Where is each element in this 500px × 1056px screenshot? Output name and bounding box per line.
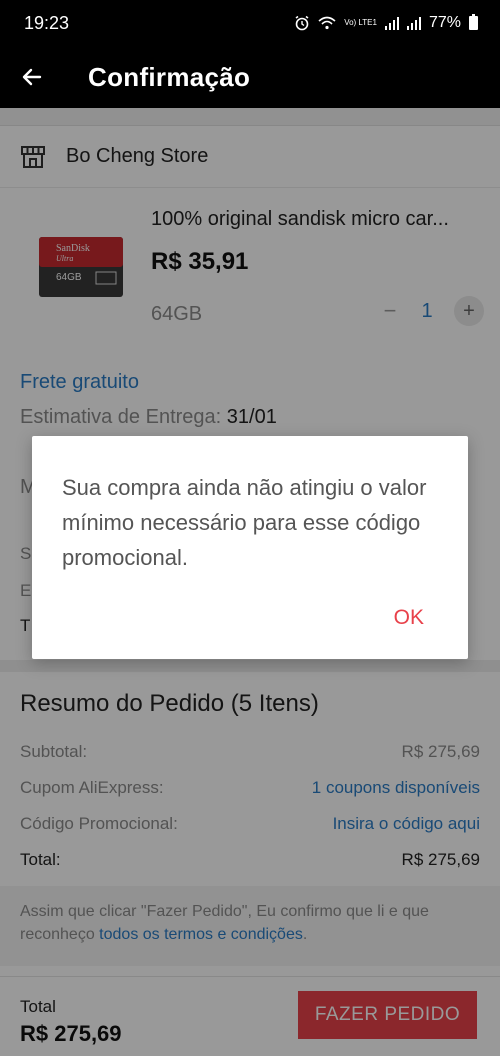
- page-title: Confirmação: [88, 61, 251, 92]
- dialog-ok-button[interactable]: OK: [394, 606, 424, 630]
- signal-icon-2: [406, 16, 421, 30]
- status-time: 19:23: [24, 12, 70, 33]
- arrow-back-icon: [22, 68, 42, 86]
- app-bar: Confirmação: [0, 46, 500, 108]
- status-bar: 19:23 Vo) LTE1 77%: [0, 0, 500, 46]
- battery-icon: [469, 14, 478, 30]
- status-icons: Vo) LTE1 77%: [294, 14, 478, 32]
- network-label: Vo) LTE1: [344, 18, 377, 27]
- dialog-message: Sua compra ainda não atingiu o valor mín…: [62, 475, 427, 570]
- battery-percent: 77%: [428, 14, 461, 31]
- promo-error-dialog: Sua compra ainda não atingiu o valor mín…: [32, 436, 468, 659]
- alarm-icon: [295, 15, 309, 31]
- wifi-icon: [318, 16, 336, 30]
- back-button[interactable]: [0, 46, 64, 108]
- signal-icon: [384, 16, 399, 30]
